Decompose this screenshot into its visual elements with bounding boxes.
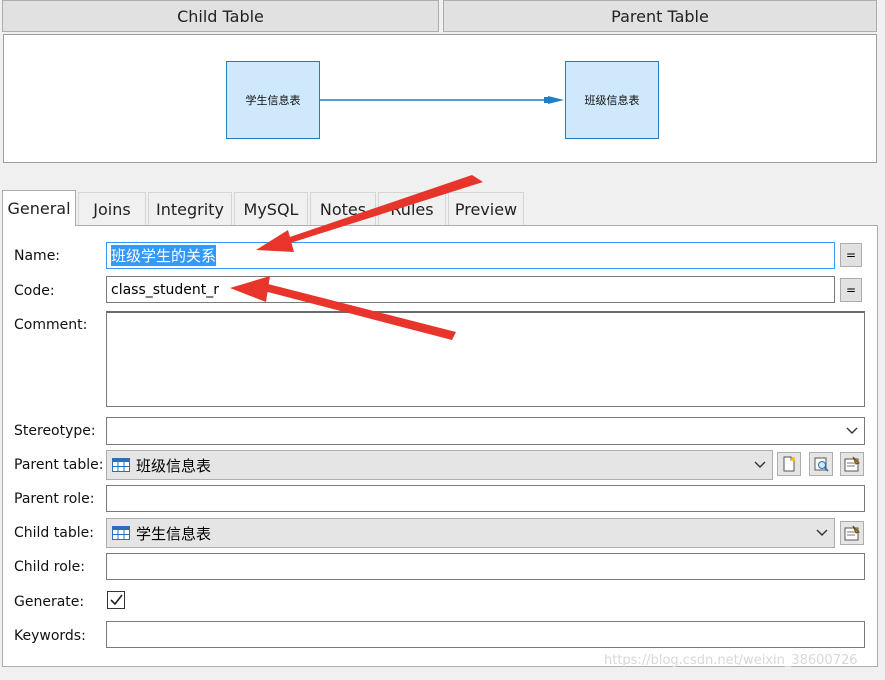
annotation-arrow-name xyxy=(256,175,483,252)
tab-general-label: General xyxy=(7,199,71,218)
tab-general[interactable]: General xyxy=(2,190,76,226)
annotation-arrow-code xyxy=(230,276,456,340)
annotation-arrows xyxy=(230,175,483,340)
